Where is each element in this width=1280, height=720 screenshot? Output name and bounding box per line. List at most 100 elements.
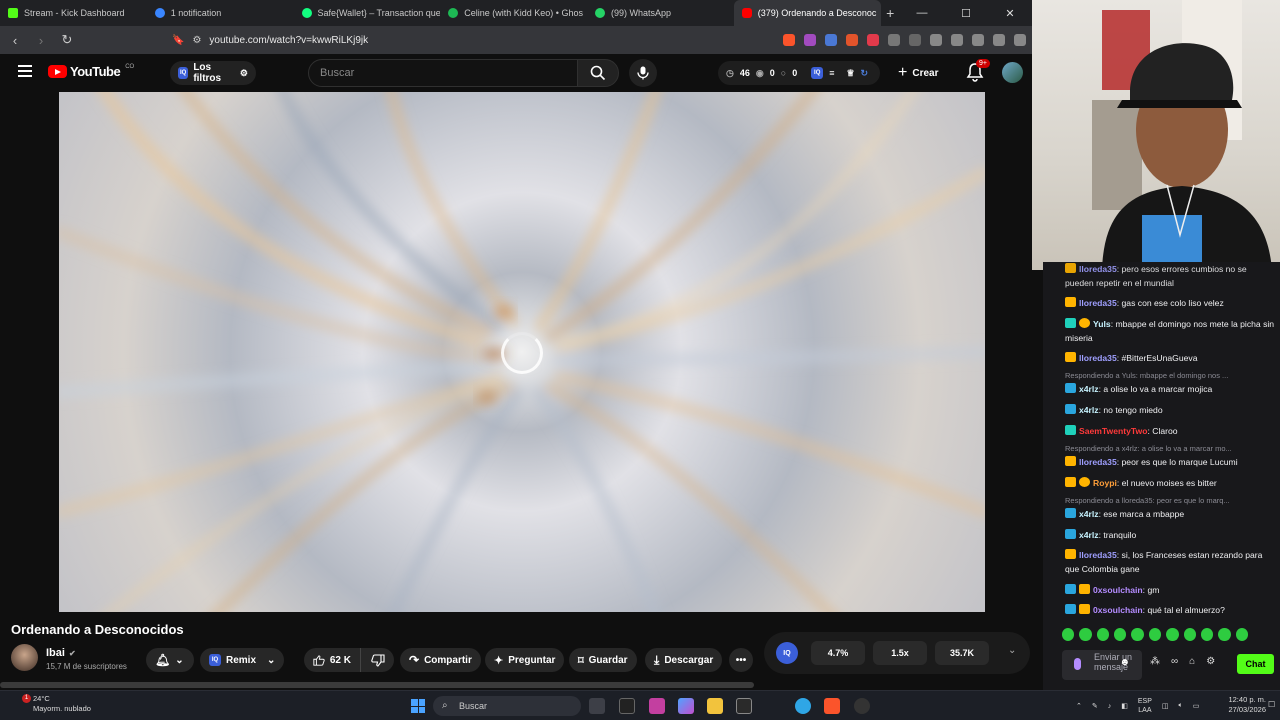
network-icon[interactable]: ◫	[1162, 702, 1169, 710]
taskbar-search[interactable]: ⌕ Buscar	[433, 696, 581, 716]
emote-icon[interactable]	[1096, 628, 1110, 641]
extension-icon[interactable]	[867, 34, 879, 46]
volume-icon[interactable]: 🔈︎	[1179, 702, 1183, 710]
new-tab-button[interactable]: +	[881, 5, 901, 21]
emote-icon[interactable]	[1079, 628, 1092, 641]
remix-button[interactable]: IQ Remix ⌄	[200, 648, 285, 672]
extension-stats-pill[interactable]: ◷ 46 ◉ 0 ○ 0 IQ ≡ ♕ ↻	[718, 61, 880, 85]
obs-icon[interactable]	[854, 698, 870, 714]
emoji-icon[interactable]: ☻	[1119, 658, 1130, 668]
chat-username[interactable]: x4rlz	[1079, 509, 1099, 519]
leo-icon[interactable]	[993, 34, 1005, 46]
search-input[interactable]: Buscar	[308, 59, 578, 87]
chat-username[interactable]: lloreda35	[1079, 298, 1117, 308]
chat-username[interactable]: x4rlz	[1079, 530, 1099, 540]
voice-search-button[interactable]	[629, 59, 657, 87]
brave-shield-icon[interactable]	[783, 34, 795, 46]
vpn-icon[interactable]	[1014, 34, 1026, 46]
emote-icon[interactable]	[1183, 628, 1196, 641]
forward-icon[interactable]: ›	[32, 33, 50, 48]
task-view-icon[interactable]	[589, 698, 605, 714]
mic-tray-icon[interactable]: ♪	[1108, 703, 1112, 710]
pen-icon[interactable]: ✎	[1092, 702, 1098, 710]
iq-logo[interactable]: IQ	[776, 642, 798, 664]
snipping-tool-icon[interactable]	[649, 698, 665, 714]
horizontal-scrollbar[interactable]	[0, 682, 754, 688]
emote-icon[interactable]	[1062, 628, 1075, 641]
filters-button[interactable]: IQ Los filtros ⚙	[170, 61, 256, 85]
tray-icon[interactable]: ◧	[1121, 702, 1128, 710]
account-avatar[interactable]	[1002, 62, 1023, 83]
weather-widget[interactable]: 24°C Mayorm. nublado	[33, 694, 91, 714]
mic-icon[interactable]	[1074, 658, 1081, 670]
emote-icon[interactable]	[1166, 628, 1179, 641]
close-window-icon[interactable]: ✕	[988, 0, 1032, 26]
chat-username[interactable]: lloreda35	[1079, 457, 1117, 467]
channel-avatar[interactable]	[11, 644, 38, 671]
tab-spotify[interactable]: Celine (with Kidd Keo) • Ghos	[440, 0, 587, 26]
chat-username[interactable]: x4rlz	[1079, 405, 1099, 415]
share-button[interactable]: ↷ Compartir	[400, 648, 481, 672]
chat-scroll-area[interactable]	[1043, 262, 1058, 690]
bookmark-icon[interactable]: 🔖	[172, 35, 184, 46]
tab-youtube-active[interactable]: (379) Ordenando a Desconoc×	[733, 0, 881, 26]
battery-icon[interactable]: ▭	[1193, 702, 1200, 710]
copilot-icon[interactable]	[678, 698, 694, 714]
youtube-logo[interactable]: YouTube CO	[48, 64, 134, 79]
more-actions-button[interactable]: •••	[729, 648, 753, 672]
chat-username[interactable]: SaemTwentyTwo	[1079, 426, 1147, 436]
app-icon[interactable]	[619, 698, 635, 714]
back-icon[interactable]: ‹	[6, 33, 24, 48]
glasses-icon[interactable]: ∞	[1171, 656, 1178, 667]
language-indicator[interactable]: ESP LAA	[1138, 697, 1152, 715]
channel-name[interactable]: Ibai ✔	[46, 647, 76, 659]
emote-icon[interactable]	[1235, 628, 1248, 641]
translate-icon[interactable]	[825, 34, 837, 46]
brave-icon[interactable]	[824, 698, 840, 714]
file-explorer-icon[interactable]	[707, 698, 723, 714]
chat-username[interactable]: lloreda35	[1079, 353, 1117, 363]
minimize-icon[interactable]: —	[900, 0, 944, 26]
url-field[interactable]: 🔖 ⚙ youtube.com/watch?v=kwwRiLKj9jk	[172, 29, 652, 51]
chat-username[interactable]: Yuls	[1093, 319, 1111, 329]
reload-icon[interactable]: ↻	[58, 32, 76, 48]
chat-username[interactable]: lloreda35	[1079, 264, 1117, 274]
save-button[interactable]: ⌑ Guardar	[569, 648, 637, 672]
emote-icon[interactable]	[1218, 628, 1231, 641]
emote-icon[interactable]	[1148, 628, 1162, 641]
reply-context[interactable]: Respondiendo a Yuls: mbappe el domingo n…	[1065, 371, 1275, 380]
chat-username[interactable]: Roypi	[1093, 478, 1117, 488]
share-icon[interactable]: ⁂	[1150, 656, 1160, 667]
notification-center-icon[interactable]: ☐	[1268, 700, 1275, 709]
edge-icon[interactable]	[795, 698, 811, 714]
emote-icon[interactable]	[1131, 628, 1144, 641]
tab-kick-dashboard[interactable]: Stream - Kick Dashboard	[0, 0, 147, 26]
emote-icon[interactable]	[1114, 628, 1127, 641]
chevron-up-icon[interactable]: ⌃	[1076, 702, 1082, 710]
rewards-icon[interactable]	[804, 34, 816, 46]
tab-notification[interactable]: 1 notification	[147, 0, 294, 26]
puzzle-icon[interactable]	[888, 34, 900, 46]
video-player[interactable]	[59, 92, 985, 612]
ask-button[interactable]: ✦ Preguntar	[485, 648, 565, 672]
settings-gear-icon[interactable]: ⚙	[1206, 656, 1215, 667]
clock[interactable]: 12:40 p. m. 27/03/2026	[1206, 695, 1266, 715]
music-icon[interactable]	[930, 34, 942, 46]
create-button[interactable]: + Crear	[898, 61, 938, 85]
subscribe-bell-button[interactable]: 🔔︎ ⌄	[146, 648, 194, 672]
extension-icon[interactable]	[846, 34, 858, 46]
gift-icon[interactable]: ⌂	[1189, 656, 1195, 667]
site-info-icon[interactable]: ⚙	[192, 35, 201, 46]
chat-username[interactable]: x4rlz	[1079, 384, 1099, 394]
windows-start-icon[interactable]	[411, 699, 425, 713]
sidebar-icon[interactable]	[951, 34, 963, 46]
chat-message-input[interactable]: Enviar un mensaje ☻	[1062, 650, 1142, 680]
tab-safe-wallet[interactable]: Safe{Wallet} – Transaction queue	[294, 0, 440, 26]
hamburger-menu-icon[interactable]	[18, 65, 32, 80]
wallet-icon[interactable]	[972, 34, 984, 46]
search-button[interactable]	[577, 59, 619, 87]
reply-context[interactable]: Respondiendo a x4rlz: a olise lo va a ma…	[1065, 444, 1275, 453]
chat-username[interactable]: lloreda35	[1079, 550, 1117, 560]
extension-icon[interactable]	[909, 34, 921, 46]
like-button[interactable]: 62 K	[304, 648, 360, 672]
